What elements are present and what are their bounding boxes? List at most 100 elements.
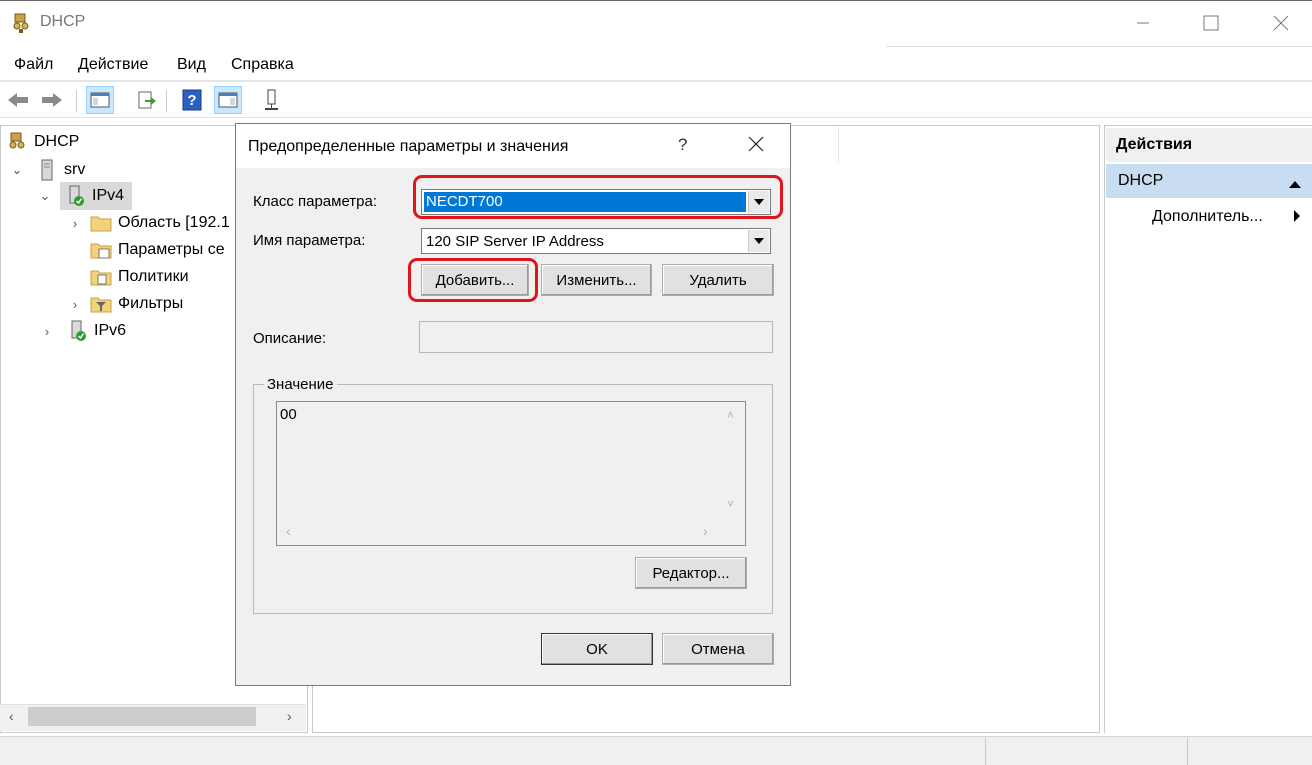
actions-header: Действия — [1106, 128, 1312, 162]
option-name-combo[interactable]: 120 SIP Server IP Address — [421, 228, 771, 254]
collapse-up-icon[interactable] — [1288, 176, 1302, 193]
actions-section-dhcp[interactable]: DHCP — [1106, 164, 1312, 198]
policies-icon — [90, 266, 112, 288]
svg-text:?: ? — [187, 92, 196, 109]
tree-node-dhcp[interactable]: DHCP — [6, 129, 79, 155]
export-list-button[interactable] — [132, 86, 160, 114]
show-hide-tree-icon — [90, 92, 110, 108]
tree-label: Область [192.1 — [118, 214, 230, 231]
help-icon: ? — [182, 89, 202, 111]
help-button[interactable]: ? — [178, 86, 206, 114]
maximize-button[interactable] — [1188, 0, 1234, 46]
submenu-arrow-icon — [1293, 209, 1301, 227]
tree-node-ipv6[interactable]: › IPv6 — [40, 318, 126, 344]
value-text: 00 — [280, 406, 297, 423]
description-field — [419, 321, 773, 353]
highlight-annotation — [413, 175, 783, 219]
highlight-annotation — [408, 258, 538, 302]
dialog-close-button[interactable] — [744, 132, 768, 156]
tree-label: DHCP — [34, 133, 80, 150]
dialog-title: Предопределенные параметры и значения — [248, 138, 569, 155]
close-icon — [1273, 15, 1289, 31]
scroll-right-icon[interactable]: › — [703, 523, 708, 539]
show-hide-action-pane-button[interactable] — [214, 86, 242, 114]
editor-button[interactable]: Редактор... — [635, 557, 747, 589]
tree-node-filters[interactable]: › Фильтры — [68, 291, 183, 317]
tree-label: Фильтры — [118, 295, 184, 312]
close-button[interactable] — [1258, 0, 1304, 46]
maximize-icon — [1203, 15, 1219, 31]
minimize-icon — [1137, 22, 1149, 24]
delete-button[interactable]: Удалить — [662, 264, 774, 296]
back-button[interactable] — [4, 86, 32, 114]
tree-node-server-options[interactable]: Параметры се — [90, 237, 225, 263]
status-divider — [1187, 738, 1188, 765]
scroll-down-icon[interactable]: ˅ — [727, 497, 734, 511]
chevron-down-icon[interactable]: ⌄ — [10, 162, 24, 178]
server-status-icon — [265, 89, 278, 110]
value-group-title: Значение — [264, 376, 337, 393]
export-list-icon — [138, 91, 156, 109]
scrollbar-thumb[interactable] — [28, 707, 256, 726]
tree-label: Параметры се — [118, 241, 225, 258]
tree-node-server[interactable]: ⌄ srv — [10, 157, 85, 183]
toolbar-divider — [0, 117, 1312, 118]
forward-button[interactable] — [38, 86, 66, 114]
menu-view[interactable]: Вид — [177, 56, 206, 74]
edit-button[interactable]: Изменить... — [541, 264, 652, 296]
column-divider — [838, 127, 839, 163]
scroll-left-icon[interactable]: ‹ — [9, 708, 14, 724]
chevron-right-icon[interactable]: › — [40, 324, 54, 339]
description-label: Описание: — [253, 330, 327, 347]
tree-node-ipv4[interactable]: ⌄ IPv4 — [38, 183, 124, 209]
dhcp-app-icon — [10, 12, 32, 34]
dropdown-arrow-icon[interactable] — [748, 230, 769, 252]
server-icon — [36, 159, 58, 181]
actions-section-label: DHCP — [1118, 172, 1164, 189]
scroll-up-icon[interactable]: ˄ — [727, 408, 734, 422]
tree-label: srv — [64, 161, 86, 178]
status-divider — [985, 738, 986, 765]
menu-help[interactable]: Справка — [231, 56, 294, 74]
close-icon — [748, 136, 764, 152]
window-title: DHCP — [40, 13, 86, 30]
show-hide-tree-button[interactable] — [86, 86, 114, 114]
titlebar-divider — [886, 46, 1312, 47]
tree-node-policies[interactable]: Политики — [90, 264, 189, 290]
action-more[interactable]: Дополнитель... — [1152, 208, 1263, 226]
forward-icon — [42, 93, 62, 107]
scroll-right-icon[interactable]: › — [287, 708, 292, 724]
menu-action[interactable]: Действие — [78, 56, 148, 74]
status-bar — [0, 736, 1312, 765]
cancel-button[interactable]: Отмена — [662, 633, 774, 665]
tree-label: IPv4 — [92, 187, 125, 204]
option-name-label: Имя параметра: — [253, 232, 366, 249]
window-titlebar — [0, 0, 1312, 48]
server-options-icon — [90, 239, 112, 261]
option-name-value: 120 SIP Server IP Address — [426, 233, 604, 250]
chevron-right-icon[interactable]: › — [68, 297, 82, 312]
tree-label: Политики — [118, 268, 189, 285]
chevron-down-icon[interactable]: ⌄ — [38, 188, 52, 204]
menu-bar: Файл Действие Вид Справка — [0, 52, 1312, 80]
scroll-left-icon[interactable]: ‹ — [286, 523, 291, 539]
dialog-help-button[interactable]: ? — [678, 135, 687, 155]
folder-icon — [90, 212, 112, 234]
menu-file[interactable]: Файл — [14, 56, 53, 74]
dhcp-root-icon — [6, 131, 28, 153]
ipv6-icon — [66, 320, 88, 342]
ok-button[interactable]: OK — [541, 633, 653, 665]
option-class-label: Класс параметра: — [253, 193, 378, 210]
tree-label: IPv6 — [94, 322, 127, 339]
minimize-button[interactable] — [1120, 0, 1166, 46]
back-icon — [8, 93, 28, 107]
ipv4-icon — [64, 185, 86, 207]
toolbar-separator — [76, 90, 77, 112]
tree-node-scope[interactable]: › Область [192.1 — [68, 210, 230, 236]
value-textarea[interactable] — [276, 401, 746, 546]
chevron-right-icon[interactable]: › — [68, 216, 82, 231]
toolbar: ? — [0, 82, 1312, 118]
toolbar-separator — [166, 90, 167, 112]
server-status-button[interactable] — [258, 86, 286, 114]
show-hide-action-pane-icon — [218, 92, 238, 108]
